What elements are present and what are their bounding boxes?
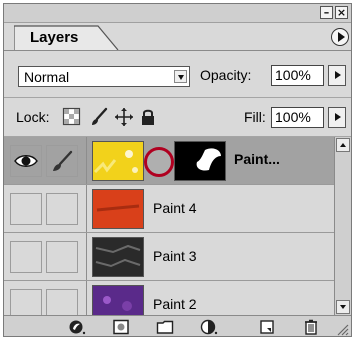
column-divider <box>86 137 87 184</box>
layers-palette: – × Layers Normal Opacity: 100% Lock: Fi… <box>3 3 352 337</box>
layer-thumbnail[interactable] <box>92 189 144 229</box>
layer-row[interactable]: Paint 4 <box>4 185 336 233</box>
divider <box>4 97 351 98</box>
layer-row[interactable]: Paint... <box>4 137 336 185</box>
opacity-input[interactable]: 100% <box>271 65 324 86</box>
blend-mode-value: Normal <box>24 69 70 85</box>
eye-icon <box>14 155 38 167</box>
layer-mask-thumbnail[interactable] <box>174 141 226 181</box>
new-set-icon[interactable] <box>156 319 174 335</box>
layers-scrollbar[interactable] <box>334 137 351 315</box>
visibility-toggle[interactable] <box>10 145 42 177</box>
paint-texture-icon <box>93 286 143 315</box>
opacity-slider-arrow-icon[interactable] <box>328 65 346 86</box>
padlock-icon[interactable] <box>138 107 158 127</box>
link-toggle[interactable] <box>46 241 78 273</box>
brush-icon <box>53 150 73 171</box>
blend-mode-select[interactable]: Normal <box>18 66 190 87</box>
paint-texture-icon <box>93 190 143 228</box>
layer-name: Paint 2 <box>153 296 197 312</box>
column-divider <box>86 233 87 280</box>
trash-icon[interactable] <box>302 319 320 335</box>
layer-name: Paint... <box>234 151 280 167</box>
opacity-label: Opacity: <box>200 67 252 83</box>
adjustment-layer-icon[interactable] <box>200 319 218 335</box>
scroll-down-icon[interactable] <box>336 300 350 314</box>
add-mask-icon[interactable] <box>112 319 130 335</box>
column-divider <box>86 281 87 315</box>
mask-shape-icon <box>175 142 225 180</box>
scroll-up-icon[interactable] <box>336 138 350 152</box>
close-button[interactable]: × <box>335 6 348 19</box>
visibility-toggle[interactable] <box>10 241 42 273</box>
layer-thumbnail[interactable] <box>92 141 144 181</box>
minimize-button[interactable]: – <box>320 6 333 19</box>
link-toggle[interactable] <box>46 145 78 177</box>
link-toggle[interactable] <box>46 193 78 225</box>
visibility-toggle[interactable] <box>10 193 42 225</box>
resize-grip-icon[interactable] <box>335 322 349 336</box>
paint-texture-icon <box>93 142 143 180</box>
column-divider <box>86 185 87 232</box>
visibility-toggle[interactable] <box>10 289 42 315</box>
layer-row[interactable]: Paint 2 <box>4 281 336 315</box>
layer-thumbnail[interactable] <box>92 237 144 277</box>
fill-label: Fill: <box>244 109 266 125</box>
layers-list: Paint... Paint 4 Paint 3 Paint 2 <box>4 137 336 315</box>
checkerboard-icon[interactable] <box>62 107 82 127</box>
layer-style-icon[interactable] <box>68 319 86 335</box>
palette-menu-icon[interactable] <box>331 28 349 46</box>
move-icon[interactable] <box>114 107 134 127</box>
layer-name: Paint 3 <box>153 248 197 264</box>
layer-row[interactable]: Paint 3 <box>4 233 336 281</box>
brush-icon[interactable] <box>89 107 109 127</box>
fill-input[interactable]: 100% <box>271 107 324 128</box>
palette-toolbar <box>4 315 351 336</box>
layer-thumbnail[interactable] <box>92 285 144 315</box>
chevron-down-icon[interactable] <box>174 70 187 83</box>
new-layer-icon[interactable] <box>258 319 276 335</box>
tab-layers[interactable]: Layers <box>14 24 119 51</box>
tab-divider <box>4 50 351 51</box>
lock-label: Lock: <box>16 109 50 125</box>
paint-texture-icon <box>93 238 143 276</box>
tab-label: Layers <box>30 29 79 46</box>
fill-slider-arrow-icon[interactable] <box>328 107 346 128</box>
link-toggle[interactable] <box>46 289 78 315</box>
layer-name: Paint 4 <box>153 200 197 216</box>
palette-title-bar[interactable]: – × <box>4 4 351 23</box>
mask-highlight-circle <box>144 147 174 177</box>
